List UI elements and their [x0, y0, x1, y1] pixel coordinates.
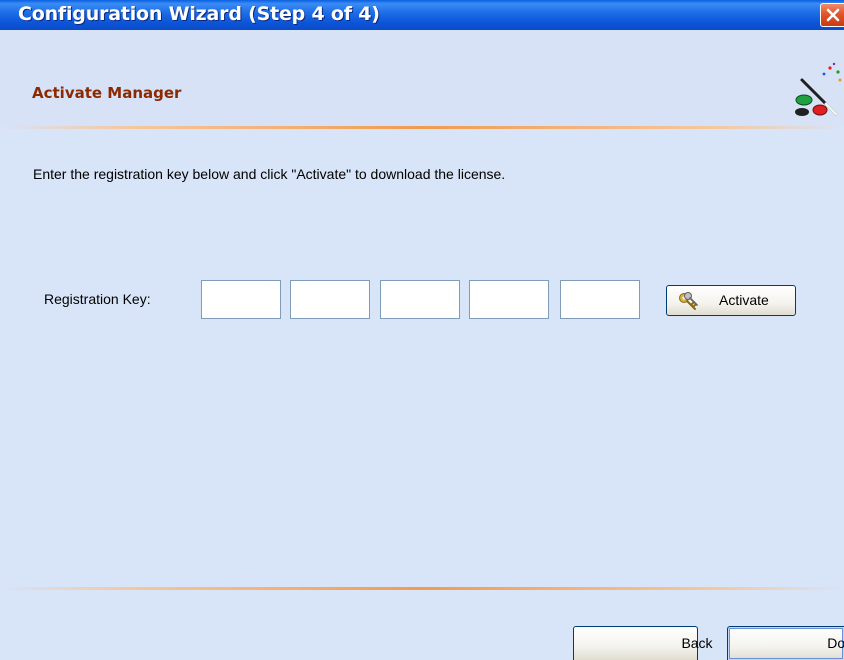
activate-button-label: Activate: [719, 292, 769, 308]
registration-key-field-2[interactable]: [290, 280, 370, 319]
footer-divider: [0, 587, 844, 590]
wizard-wand-icon: [795, 62, 842, 116]
window-title: Configuration Wizard (Step 4 of 4): [18, 3, 380, 25]
back-button[interactable]: Back: [573, 626, 713, 660]
done-button-label: Done: [827, 635, 844, 651]
registration-key-label: Registration Key:: [44, 291, 151, 307]
instructions-text: Enter the registration key below and cli…: [33, 166, 506, 182]
close-icon: [826, 8, 840, 22]
registration-key-field-5[interactable]: [560, 280, 640, 319]
step-title: Activate Manager: [32, 84, 182, 102]
registration-key-field-3[interactable]: [380, 280, 460, 319]
registration-key-field-4[interactable]: [469, 280, 549, 319]
activate-button[interactable]: Activate: [666, 285, 796, 316]
title-bar[interactable]: Configuration Wizard (Step 4 of 4): [0, 0, 844, 30]
registration-key-field-1[interactable]: [201, 280, 281, 319]
keys-icon: [679, 292, 698, 310]
wizard-header: Activate Manager: [0, 30, 844, 128]
wizard-window: Configuration Wizard (Step 4 of 4) Activ…: [0, 0, 844, 660]
header-divider: [0, 126, 844, 129]
done-button[interactable]: Done: [727, 626, 844, 660]
close-button[interactable]: [820, 3, 844, 27]
